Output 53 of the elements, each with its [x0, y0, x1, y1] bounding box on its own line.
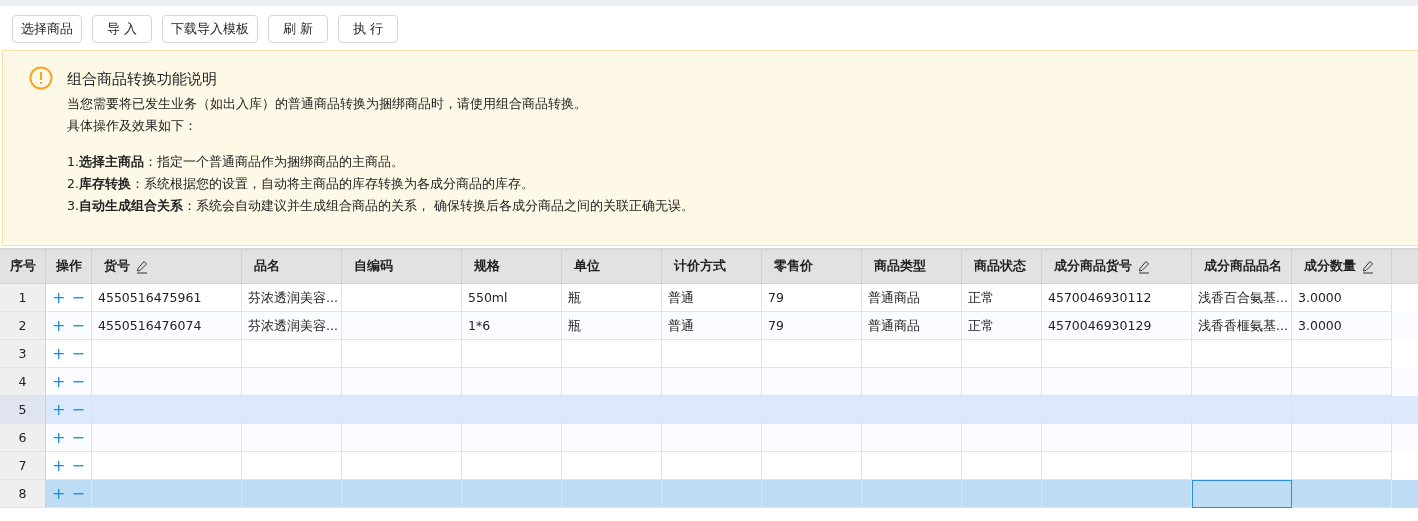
- toolbar-button[interactable]: 下载导入模板: [162, 15, 258, 43]
- notice-title: 组合商品转换功能说明: [67, 69, 218, 90]
- add-row-button[interactable]: +: [52, 452, 66, 479]
- column-header: 自编码: [342, 250, 462, 283]
- add-row-button[interactable]: +: [52, 340, 66, 367]
- row-number: 5: [0, 396, 46, 424]
- remove-row-button[interactable]: −: [71, 424, 85, 451]
- notice-text: 具体操作及效果如下：: [67, 117, 198, 135]
- column-header: 计价方式: [662, 250, 762, 283]
- column-header: 货号: [92, 250, 242, 283]
- row-number: 1: [0, 284, 46, 312]
- remove-row-button[interactable]: −: [71, 284, 85, 311]
- row-number: 3: [0, 340, 46, 368]
- notice-step: 1.选择主商品：指定一个普通商品作为捆绑商品的主商品。: [67, 151, 694, 173]
- notice-step: 3.自动生成组合关系：系统会自动建议并生成组合商品的关系， 确保转换后各成分商品之间的关联正确无误。: [67, 195, 694, 217]
- remove-row-button[interactable]: −: [71, 452, 85, 479]
- pencil-icon: [1138, 259, 1150, 274]
- column-header: 成分商品品名: [1192, 250, 1292, 283]
- column-header: 单位: [562, 250, 662, 283]
- notice-text: 当您需要将已发生业务（如出入库）的普通商品转换为捆绑商品时，请使用组合商品转换。: [67, 95, 588, 113]
- remove-row-button[interactable]: −: [71, 340, 85, 367]
- row-number: 8: [0, 480, 46, 508]
- column-header: 序号: [0, 250, 46, 283]
- remove-row-button[interactable]: −: [71, 368, 85, 395]
- toolbar-button[interactable]: 刷 新: [268, 15, 328, 43]
- warning-icon: [29, 66, 53, 90]
- add-row-button[interactable]: +: [52, 368, 66, 395]
- row-number: 2: [0, 312, 46, 340]
- column-header: 规格: [462, 250, 562, 283]
- column-header: 商品类型: [862, 250, 962, 283]
- column-header: 成分商品货号: [1042, 250, 1192, 283]
- column-header: 操作: [46, 250, 92, 283]
- column-header: 零售价: [762, 250, 862, 283]
- column-header: 成分数量: [1292, 250, 1392, 283]
- toolbar-button[interactable]: 导 入: [92, 15, 152, 43]
- add-row-button[interactable]: +: [52, 396, 66, 423]
- toolbar-button[interactable]: 选择商品: [12, 15, 82, 43]
- add-row-button[interactable]: +: [52, 312, 66, 339]
- pencil-icon: [1362, 259, 1374, 274]
- toolbar-button[interactable]: 执 行: [338, 15, 398, 43]
- add-row-button[interactable]: +: [52, 284, 66, 311]
- add-row-button[interactable]: +: [52, 480, 66, 507]
- remove-row-button[interactable]: −: [71, 480, 85, 507]
- remove-row-button[interactable]: −: [71, 312, 85, 339]
- pencil-icon: [136, 259, 148, 274]
- row-number: 7: [0, 452, 46, 480]
- row-number: 4: [0, 368, 46, 396]
- row-number: 6: [0, 424, 46, 452]
- column-header: 品名: [242, 250, 342, 283]
- add-row-button[interactable]: +: [52, 424, 66, 451]
- remove-row-button[interactable]: −: [71, 396, 85, 423]
- notice-step: 2.库存转换：系统根据您的设置，自动将主商品的库存转换为各成分商品的库存。: [67, 173, 694, 195]
- column-header: 商品状态: [962, 250, 1042, 283]
